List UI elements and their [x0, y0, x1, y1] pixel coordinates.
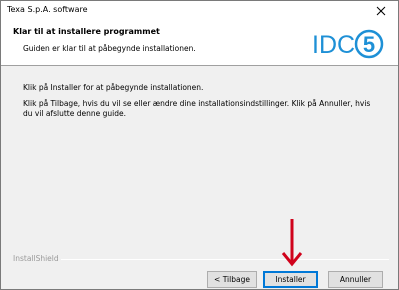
close-icon	[376, 6, 386, 16]
cancel-button[interactable]: Annuller	[328, 271, 383, 288]
install-button[interactable]: Installer	[263, 271, 318, 288]
header-title: Klar til at installere programmet	[13, 27, 160, 36]
idc5-logo: IDC 5	[312, 29, 384, 59]
wizard-header: Klar til at installere programmet Guiden…	[1, 21, 398, 66]
title-bar: Texa S.p.A. software	[1, 1, 398, 21]
close-button[interactable]	[364, 1, 398, 21]
header-subtitle: Guiden er klar til at påbegynde installa…	[23, 44, 196, 53]
footer-divider	[61, 259, 389, 260]
window-title: Texa S.p.A. software	[7, 5, 88, 14]
installer-window: Texa S.p.A. software Klar til at install…	[0, 0, 399, 290]
back-button[interactable]: < Tilbage	[207, 271, 257, 288]
instruction-detail-text: Klik på Tilbage, hvis du vil se eller æn…	[23, 99, 371, 118]
svg-text:IDC: IDC	[312, 31, 355, 59]
installshield-brand: InstallShield	[13, 254, 59, 263]
svg-text:5: 5	[363, 32, 375, 57]
down-arrow-icon	[281, 219, 303, 267]
instruction-text: Klik på Installer for at påbegynde insta…	[23, 83, 204, 92]
